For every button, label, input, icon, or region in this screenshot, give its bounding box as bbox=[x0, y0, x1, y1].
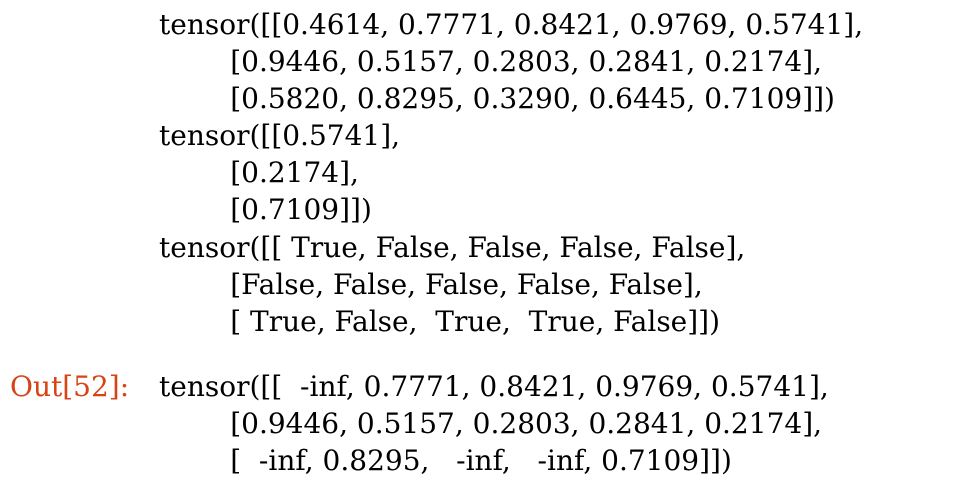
notebook-output-area: tensor([[0.4614, 0.7771, 0.8421, 0.9769,… bbox=[0, 0, 968, 504]
stream-line-1: tensor([[0.4614, 0.7771, 0.8421, 0.9769,… bbox=[159, 8, 864, 41]
stream-line-7: tensor([[ True, False, False, False, Fal… bbox=[159, 231, 746, 264]
stream-line-5: [0.2174], bbox=[159, 156, 359, 189]
stream-line-4: tensor([[0.5741], bbox=[159, 119, 401, 152]
stream-line-3: [0.5820, 0.8295, 0.3290, 0.6445, 0.7109]… bbox=[159, 82, 835, 115]
stream-line-6: [0.7109]]) bbox=[159, 193, 372, 226]
stream-line-8: [False, False, False, False, False], bbox=[159, 268, 703, 301]
out-prompt: Out[52]: bbox=[10, 370, 130, 403]
result-line-3: [ -inf, 0.8295, -inf, -inf, 0.7109]]) bbox=[159, 444, 732, 477]
result-line-1: tensor([[ -inf, 0.7771, 0.8421, 0.9769, … bbox=[159, 370, 829, 403]
result-line-2: [0.9446, 0.5157, 0.2803, 0.2841, 0.2174]… bbox=[159, 407, 823, 440]
stream-line-9: [ True, False, True, True, False]]) bbox=[159, 305, 721, 338]
stream-line-2: [0.9446, 0.5157, 0.2803, 0.2841, 0.2174]… bbox=[159, 45, 823, 78]
